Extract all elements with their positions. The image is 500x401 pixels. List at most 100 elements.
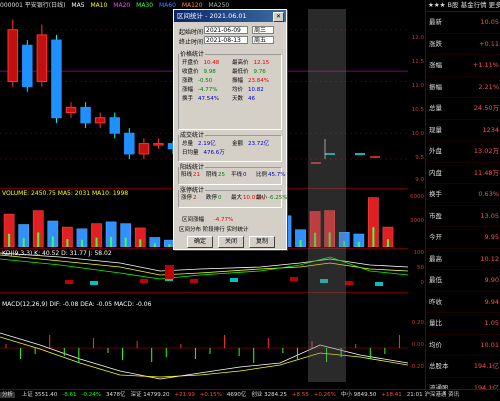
quote-row[interactable]: 市盈 13.05 [426,206,500,227]
quote-row[interactable]: 振幅 2.21% [426,77,500,98]
topbar-item-6: MA120 [181,2,203,9]
volume-inner-bar [37,232,40,247]
price-stats-title: 价格统计 [179,49,206,58]
volume-inner-bar [386,239,389,247]
end-date-field[interactable]: 2021-08-13 [204,36,248,44]
stat-item: 总量 2.19亿 [182,139,216,147]
stat-value: 46 [248,96,256,102]
quote-row[interactable]: 最低 9.90 [426,270,500,292]
quote-row[interactable]: 换手 0.63% [426,184,500,206]
stat-item: 天数 46 [232,94,255,102]
stat-label: 阳线 [181,172,193,178]
stat-value: 9.76 [253,69,266,75]
close-icon[interactable]: ✕ [273,12,284,22]
stat-item: 最高价 12.15 [232,58,269,66]
macd-tick: 0.00 [411,342,424,348]
stat-value: -0.50 [198,78,213,84]
status-item: 创业 3284.25 [251,392,287,398]
macd-header: MACD(12,26,9) DIF: -0.08 DEA: -0.05 MACD… [2,301,152,308]
quote-row[interactable]: 总量 24.50万 [426,98,500,120]
dialog-title: 区间统计 - 2021.06.01 [177,12,247,20]
price-tick: 11.5 [411,59,424,65]
range-change-value: -4.77% [213,217,234,223]
quote-label: 最新 [429,18,442,26]
start-date-field[interactable]: 2021-06-09 [204,26,248,34]
indicator-header: KDJ(9,3,3) K: 40.52 D: 31.77 J: 58.02 [2,250,112,257]
stat-label: 日均量 [182,150,199,156]
stat-label: 阴线 [206,172,218,178]
quote-row[interactable]: 涨幅 +1.11% [426,55,500,77]
stat-value: 0 [218,195,222,201]
volume-inner-bar [22,237,25,247]
candle [109,117,120,134]
stat-value: 21 [193,172,201,178]
confirm-button[interactable]: 确定 [187,236,213,248]
quote-row[interactable]: 外盘 13.02万 [426,141,500,163]
volume-inner-bar [66,239,69,247]
macd-panel[interactable]: MACD(12,26,9) DIF: -0.08 DEA: -0.05 MACD… [0,292,409,383]
quote-value: 0.63% [478,190,499,198]
stat-item: 日均量 476.6万 [182,148,225,156]
start-weekday-field[interactable]: 周三 [252,26,274,34]
macd-tick: 0.20 [411,320,424,326]
quote-value: 2.21% [478,82,499,91]
quote-row[interactable]: 总股本 194.1亿 [426,356,500,378]
j-line [0,256,409,280]
quote-value: 10.12 [480,254,499,263]
price-axis: 12.0 11.5 11.0 10.5 10.0 9.5 9.0 [408,9,425,185]
quote-panel-header[interactable]: ★★★ B股 基金行情 更多 [426,0,500,12]
quote-label: 最低 [429,276,442,284]
copy-button[interactable]: 复制 [249,236,275,248]
stat-item: 阴线25 [206,170,225,178]
quote-label: 市盈 [429,211,442,220]
stat-label: 最小 [256,195,268,201]
quote-panel: ★★★ B股 基金行情 更多 最新 10.05 涨跌 +0.11 涨幅 +1.11% 振幅 2… [425,0,500,399]
candle [94,117,106,124]
quote-row[interactable]: 最高 10.12 [426,249,500,270]
candle [65,106,77,114]
volume-inner-bar [168,244,171,247]
candle [124,132,135,155]
dialog-title-bar[interactable]: 区间统计 - 2021.06.01 ✕ [174,10,286,22]
vol-tick: 3000 [410,218,424,224]
stat-label: 收盘价 [182,69,199,75]
volume-stats-title: 成交统计 [179,130,206,139]
quote-row[interactable]: 昨收 9.94 [426,292,500,313]
stat-item: 涨幅 -4.77% [182,85,217,93]
candle [153,143,164,146]
topbar-item-3: MA20 [113,2,131,9]
quote-row[interactable]: 最新 10.05 [426,12,500,34]
quote-row[interactable]: 今开 9.95 [426,227,500,249]
quote-row[interactable]: 量比 1.05 [426,313,500,335]
indicator-panel[interactable]: KDJ(9,3,3) K: 40.52 D: 31.77 J: 58.02 [0,248,409,291]
signal-marker [90,281,98,285]
quote-row[interactable]: 涨跌 +0.11 [426,34,500,55]
volume-inner-bar [357,241,360,247]
end-weekday-field[interactable]: 周五 [252,36,274,44]
stat-value: 476.6万 [203,150,225,156]
volume-inner-bar [153,243,156,247]
close-button[interactable]: 关闭 [218,236,244,248]
quote-row[interactable]: 均价 10.01 [426,335,500,356]
quote-row[interactable]: 现量 1234 [426,120,500,141]
signal-marker [230,278,238,282]
stat-label: 跌停 [206,195,218,201]
volume-inner-bar [372,227,375,247]
volume-inner-bar [80,239,83,247]
candle [36,34,48,82]
topbar-item-0: 000001 平安银行(日线) [0,2,66,9]
quote-row[interactable]: 内盘 11.48万 [426,163,500,184]
volume-inner-bar [110,236,113,247]
status-item: 4690亿 [226,392,247,398]
chart-title-bar: 000001 平安银行(日线) MA5 MA10 MA20 MA30 MA60 … [0,0,425,9]
candle [80,106,91,124]
volume-inner-bar [95,237,98,247]
price-tick: 10.0 [411,131,424,137]
status-bar: 分析 上证 3551.40 -8.61 -0.24% 3478亿 深证 14799.20… [0,389,500,401]
status-tab[interactable]: 分析 [0,392,16,398]
topbar-item-2: MA10 [90,2,108,9]
quote-value: 1234 [482,125,499,134]
status-item: +8.55 [291,392,309,398]
selected-range-highlight [308,9,346,382]
stat-item: 收盘价 9.98 [182,67,216,75]
